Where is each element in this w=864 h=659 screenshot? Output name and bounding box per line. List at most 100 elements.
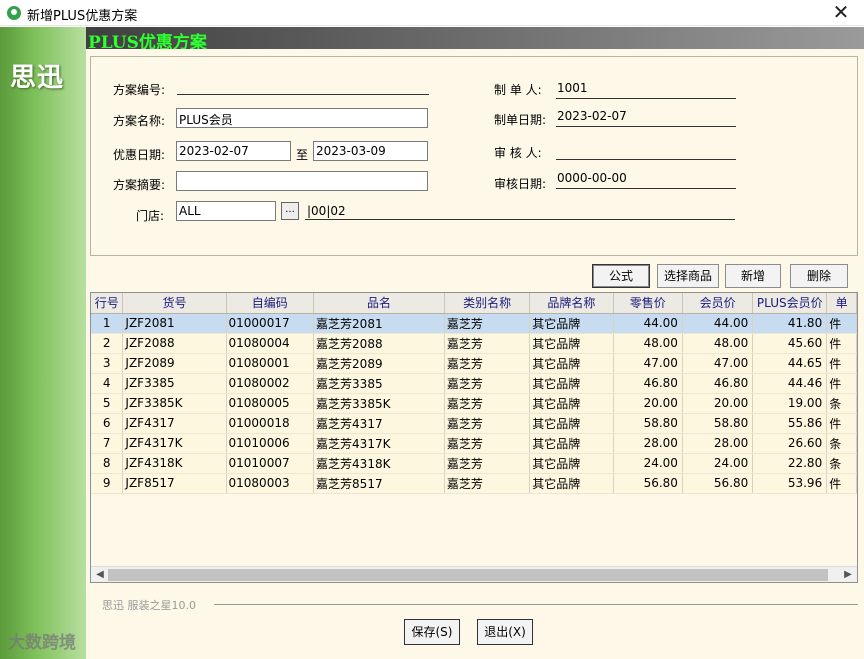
table-cell: 件 <box>826 473 857 494</box>
save-button[interactable]: 保存(S) <box>404 619 460 645</box>
table-cell: 01010007 <box>226 453 315 474</box>
column-header[interactable]: 品名 <box>313 293 445 314</box>
table-cell: 件 <box>826 373 857 394</box>
column-header[interactable]: 货号 <box>122 293 227 314</box>
table-cell: 01000018 <box>226 413 315 434</box>
table-cell: 44.46 <box>752 373 828 394</box>
column-header[interactable]: 品牌名称 <box>529 293 614 314</box>
table-cell: 嘉芝芳 <box>444 393 531 414</box>
column-header[interactable]: 类别名称 <box>444 293 531 314</box>
table-cell: 其它品牌 <box>529 333 614 354</box>
date-range-separator: 至 <box>296 148 309 162</box>
summary-input[interactable] <box>176 171 428 191</box>
table-row[interactable]: 3 JZF2089 01080001 嘉芝芳2089 嘉芝芳 其它品牌 47.00 47.00… <box>91 353 857 374</box>
store-browse-button[interactable]: ... <box>281 202 299 220</box>
table-cell: 嘉芝芳 <box>444 453 531 474</box>
table-cell: 件 <box>826 413 857 434</box>
date-from-input[interactable]: 2023-02-07 <box>176 141 291 161</box>
table-cell: 条 <box>826 453 857 474</box>
table-row[interactable]: 1 JZF2081 01000017 嘉芝芳2081 嘉芝芳 其它品牌 44.00 44.00… <box>91 313 857 334</box>
create-date-underline <box>556 126 736 127</box>
table-cell: 3 <box>91 353 124 374</box>
column-header[interactable]: 会员价 <box>682 293 754 314</box>
column-header[interactable]: 单 <box>826 293 857 314</box>
brand-logo: 思迅 <box>10 63 65 93</box>
table-cell: JZF2089 <box>122 353 227 374</box>
table-cell: 嘉芝芳2081 <box>313 313 445 334</box>
reviewer-underline <box>556 159 736 160</box>
table-cell: JZF3385K <box>122 393 227 414</box>
table-row[interactable]: 5 JZF3385K 01080005 嘉芝芳3385K 嘉芝芳 其它品牌 20.00 20.… <box>91 393 857 414</box>
goods-table-body: 行号 货号 自编码 品名 类别名称 品牌名称 零售价 会员价 PLUS会员价单 1 JZF2081… <box>91 293 857 494</box>
column-header[interactable]: PLUS会员价 <box>752 293 828 314</box>
table-cell: 28.00 <box>682 433 754 454</box>
creator-label: 制 单 人: <box>494 83 542 97</box>
table-cell: 嘉芝芳 <box>444 373 531 394</box>
table-cell: 24.00 <box>682 453 754 474</box>
table-cell: 26.60 <box>752 433 828 454</box>
table-cell: 56.80 <box>682 473 754 494</box>
table-row[interactable]: 7 JZF4317K 01010006 嘉芝芳4317K 嘉芝芳 其它品牌 28.00 28.… <box>91 433 857 454</box>
scrollbar-thumb[interactable] <box>108 569 828 581</box>
summary-label: 方案摘要: <box>113 178 166 192</box>
table-row[interactable]: 4 JZF3385 01080002 嘉芝芳3385 嘉芝芳 其它品牌 46.80 46.80… <box>91 373 857 394</box>
review-date-label: 审核日期: <box>494 177 547 191</box>
table-cell: 嘉芝芳3385 <box>313 373 445 394</box>
date-to-input[interactable]: 2023-03-09 <box>313 141 428 161</box>
table-cell: 01080004 <box>226 333 315 354</box>
table-cell: 嘉芝芳4317 <box>313 413 445 434</box>
plan-name-input[interactable]: PLUS会员 <box>176 108 428 128</box>
table-cell: 嘉芝芳3385K <box>313 393 445 414</box>
review-date-underline <box>556 188 736 189</box>
table-cell: 4 <box>91 373 124 394</box>
table-cell: 44.00 <box>682 313 754 334</box>
table-header-row: 行号 货号 自编码 品名 类别名称 品牌名称 零售价 会员价 PLUS会员价单 <box>91 293 857 314</box>
table-cell: 件 <box>826 313 857 334</box>
column-header[interactable]: 自编码 <box>226 293 315 314</box>
table-cell: 嘉芝芳 <box>444 313 531 334</box>
table-cell: 48.00 <box>682 333 754 354</box>
scroll-left-icon[interactable]: ◀ <box>92 568 108 582</box>
table-row[interactable]: 2 JZF2088 01080004 嘉芝芳2088 嘉芝芳 其它品牌 48.00 48.00… <box>91 333 857 354</box>
table-cell: 47.00 <box>682 353 754 374</box>
delete-button[interactable]: 删除 <box>790 264 848 288</box>
store-label: 门店: <box>136 209 165 223</box>
table-cell: 7 <box>91 433 124 454</box>
table-cell: 5 <box>91 393 124 414</box>
add-button[interactable]: 新增 <box>725 264 781 288</box>
table-row[interactable]: 6 JZF4317 01000018 嘉芝芳4317 嘉芝芳 其它品牌 58.80 58.80… <box>91 413 857 434</box>
table-cell: 01080003 <box>226 473 315 494</box>
table-cell: 20.00 <box>682 393 754 414</box>
table-cell: 1 <box>91 313 124 334</box>
date-label: 优惠日期: <box>113 148 166 162</box>
main-panel: 方案编号: 方案名称: PLUS会员 优惠日期: 2023-02-07 至 20… <box>86 49 864 659</box>
table-cell: 其它品牌 <box>529 313 614 334</box>
table-cell: 其它品牌 <box>529 433 614 454</box>
formula-button[interactable]: 公式 <box>592 264 650 288</box>
scroll-right-icon[interactable]: ▶ <box>840 568 856 582</box>
horizontal-scrollbar[interactable]: ◀ ▶ <box>91 566 857 582</box>
table-cell: 嘉芝芳2088 <box>313 333 445 354</box>
exit-button[interactable]: 退出(X) <box>477 619 533 645</box>
table-row[interactable]: 9 JZF8517 01080003 嘉芝芳8517 嘉芝芳 其它品牌 56.80 56.80… <box>91 473 857 494</box>
table-cell: 01080001 <box>226 353 315 374</box>
table-cell: 9 <box>91 473 124 494</box>
table-cell: 其它品牌 <box>529 353 614 374</box>
table-cell: 其它品牌 <box>529 413 614 434</box>
goods-table[interactable]: 行号 货号 自编码 品名 类别名称 品牌名称 零售价 会员价 PLUS会员价单 1 JZF2081… <box>90 292 858 583</box>
footer-divider <box>214 604 858 605</box>
column-header[interactable]: 行号 <box>91 293 124 314</box>
footer-brand: 思迅 服装之星10.0 <box>102 599 196 612</box>
section-header: PLUS优惠方案 <box>86 27 864 53</box>
column-header[interactable]: 零售价 <box>613 293 683 314</box>
table-row[interactable]: 8 JZF4318K 01010007 嘉芝芳4318K 嘉芝芳 其它品牌 24.00 24.… <box>91 453 857 474</box>
table-cell: 19.00 <box>752 393 828 414</box>
table-cell: 01080002 <box>226 373 315 394</box>
table-cell: JZF4317K <box>122 433 227 454</box>
table-cell: 53.96 <box>752 473 828 494</box>
store-input[interactable]: ALL <box>176 201 276 221</box>
table-cell: 嘉芝芳 <box>444 333 531 354</box>
table-cell: 件 <box>826 333 857 354</box>
select-goods-button[interactable]: 选择商品 <box>657 264 719 288</box>
close-icon[interactable]: ✕ <box>826 1 856 25</box>
